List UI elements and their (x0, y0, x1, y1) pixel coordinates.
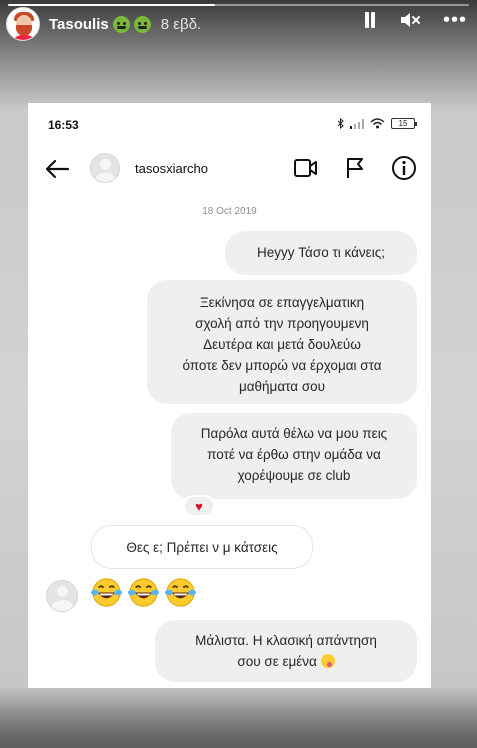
message-line: Παρόλα αυτά θέλω να μου πεις (200, 426, 388, 441)
more-options-icon[interactable]: ••• (443, 10, 467, 30)
tears-of-joy-icon (164, 578, 197, 607)
dm-screenshot: 16:53 15 tasosxiarcho 18 Oct 2019 Ηeyyy … (28, 103, 431, 688)
message-text: Ηeyyy Τάσο τι κάνεις; (257, 245, 385, 260)
dm-username[interactable]: tasosxiarcho (135, 161, 208, 176)
wifi-icon (370, 118, 385, 129)
bluetooth-icon (337, 118, 344, 129)
story-username[interactable]: Tasoulis (49, 16, 109, 33)
message-text: Θες ε; Πρέπει ν μ κάτσεις (126, 540, 278, 555)
story-bottom-fade (0, 688, 477, 748)
face-savoring-food-icon (320, 654, 335, 668)
dm-avatar[interactable] (90, 153, 120, 183)
dm-actions (293, 155, 417, 181)
status-icons: 15 (337, 118, 417, 129)
nauseated-face-icon (133, 15, 151, 33)
date-separator: 18 Oct 2019 (202, 206, 257, 217)
battery-icon: 15 (391, 118, 417, 129)
status-time: 16:53 (48, 118, 79, 132)
tears-of-joy-icon (127, 578, 160, 607)
message-line: ποτέ να έρθω στην ομάδα να (207, 447, 381, 462)
message-bubble-sent[interactable]: Ξεκίνησα σε επαγγελματικη σχολή από την … (147, 280, 417, 404)
nauseated-face-icon (112, 15, 130, 33)
message-bubble-sent[interactable]: Μάλιστα. Η κλασική απάντηση σου σε εμένα (155, 620, 417, 682)
signal-icon (350, 118, 364, 129)
story-controls: ••• (363, 10, 467, 30)
message-bubble-sent[interactable]: Ηeyyy Τάσο τι κάνεις; (225, 231, 417, 275)
pause-icon[interactable] (363, 12, 377, 28)
message-bubble-received[interactable]: Θες ε; Πρέπει ν μ κάτσεις (91, 525, 313, 569)
back-arrow-icon[interactable] (44, 159, 70, 179)
message-line: όποτε δεν μπορώ να έρχομαι στα (182, 358, 382, 373)
video-call-icon[interactable] (293, 157, 319, 179)
message-line: μαθήματα σου (238, 379, 326, 394)
message-line: Ξεκίνησα σε επαγγελματικη (199, 295, 365, 310)
phone-status-bar: 16:53 15 (28, 103, 431, 143)
message-line: Δευτέρα και μετά δουλεύω (203, 337, 361, 352)
message-bubble-sent[interactable]: Παρόλα αυτά θέλω να μου πεις ποτέ να έρθ… (171, 413, 417, 499)
info-icon[interactable] (391, 155, 417, 181)
message-line: Μάλιστα. Η κλασική απάντηση (195, 633, 377, 648)
message-line: σου σε εμένα (237, 654, 317, 669)
story-avatar[interactable] (6, 7, 40, 41)
heart-reaction-icon[interactable]: ♥ (183, 495, 215, 517)
flag-icon[interactable] (345, 156, 365, 180)
mute-icon[interactable] (399, 11, 421, 29)
dm-header: tasosxiarcho (28, 145, 431, 195)
message-line: σχολή από την προηγουμενη (195, 316, 369, 331)
message-emoji-received[interactable] (90, 576, 197, 609)
tears-of-joy-icon (90, 578, 123, 607)
sender-avatar[interactable] (46, 580, 78, 612)
message-line: χορέψουμε σε club (237, 468, 351, 483)
story-time-ago: 8 εβδ. (160, 15, 202, 33)
